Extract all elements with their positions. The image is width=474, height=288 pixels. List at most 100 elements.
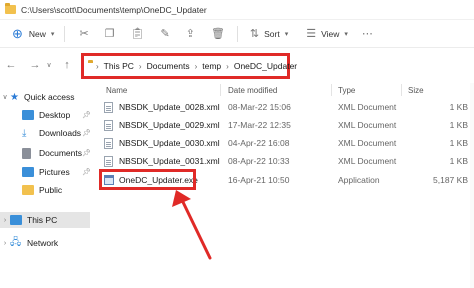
file-size: 1 KB: [449, 102, 468, 112]
sidebar-item-documents[interactable]: Documents 📌︎: [0, 145, 95, 161]
file-date: 04-Apr-22 16:08: [228, 138, 290, 148]
sidebar-item-label: Quick access: [23, 92, 75, 102]
breadcrumb-documents[interactable]: Documents: [147, 61, 190, 71]
sidebar-item-label: Documents: [39, 148, 82, 158]
sidebar-item-this-pc[interactable]: › This PC: [0, 212, 90, 228]
chevron-down-icon: ▾: [284, 30, 289, 38]
breadcrumb-this-pc[interactable]: This PC: [104, 61, 134, 71]
up-icon[interactable]: ↑: [58, 59, 76, 71]
file-name-cell: NBSDK_Update_0028.xml: [104, 98, 220, 116]
sort-icon: ⇅: [249, 28, 260, 40]
sidebar-item-label: Pictures: [39, 167, 70, 177]
file-name-cell: NBSDK_Update_0029.xml: [104, 116, 220, 134]
file-type: XML Document: [338, 156, 397, 166]
sidebar-item-label: Network: [27, 238, 59, 248]
chevron-right-icon: ›: [96, 61, 99, 71]
column-divider: [331, 84, 332, 96]
column-header-date[interactable]: Date modified: [228, 83, 277, 97]
file-date: 08-Mar-22 15:06: [228, 102, 291, 112]
share-icon[interactable]: ⇪: [186, 27, 195, 40]
file-size: 1 KB: [449, 156, 468, 166]
view-button[interactable]: ☰ View ▾: [306, 27, 348, 40]
new-button[interactable]: ⊕ New ▾: [12, 26, 54, 42]
breadcrumb[interactable]: › This PC › Documents › temp › OneDC_Upd…: [81, 53, 297, 79]
chevron-down-icon[interactable]: ∨: [44, 61, 54, 69]
file-name: NBSDK_Update_0028.xml: [119, 102, 220, 112]
sidebar-item-quick-access[interactable]: ∨ ★ Quick access: [0, 89, 75, 105]
column-header-name[interactable]: Name: [106, 83, 127, 97]
delete-icon[interactable]: 🗑︎: [211, 27, 225, 40]
document-icon: [22, 147, 31, 159]
chevron-right-icon: ›: [226, 61, 229, 71]
file-date: 08-Apr-22 10:33: [228, 156, 290, 166]
pc-icon: [10, 215, 22, 225]
new-label: New: [28, 28, 46, 39]
pictures-icon: [22, 167, 34, 177]
new-icon: ⊕: [12, 25, 23, 41]
cut-icon[interactable]: ✂: [79, 27, 88, 40]
file-name-cell: NBSDK_Update_0031.xml: [104, 152, 220, 170]
navigation-pane: ∨ ★ Quick access Desktop 📌︎ ⤓ Downloads …: [0, 85, 95, 288]
breadcrumb-onedc-updater[interactable]: OneDC_Updater: [234, 61, 297, 71]
table-row[interactable]: NBSDK_Update_0029.xml 17-Mar-22 12:35 XM…: [98, 116, 474, 134]
xml-file-icon: [104, 101, 113, 113]
sidebar-item-label: Downloads: [39, 128, 82, 138]
column-header-size[interactable]: Size: [408, 83, 424, 97]
highlight-box: [99, 169, 196, 190]
file-name: NBSDK_Update_0030.xml: [119, 138, 220, 148]
table-row[interactable]: NBSDK_Update_0030.xml 04-Apr-22 16:08 XM…: [98, 134, 474, 152]
chevron-right-icon: ›: [3, 239, 7, 247]
chevron-right-icon: ›: [3, 216, 7, 224]
view-label: View: [321, 28, 340, 39]
sidebar-item-desktop[interactable]: Desktop 📌︎: [0, 107, 95, 123]
chevron-right-icon: ›: [194, 61, 198, 71]
table-row[interactable]: NBSDK_Update_0028.xml 08-Mar-22 15:06 XM…: [98, 98, 474, 116]
toolbar-divider: [236, 25, 238, 42]
file-type: XML Document: [338, 102, 397, 112]
chevron-down-icon: ▾: [50, 30, 55, 38]
table-row[interactable]: NBSDK_Update_0031.xml 08-Apr-22 10:33 XM…: [98, 152, 474, 170]
sort-button[interactable]: ⇅ Sort ▾: [250, 27, 288, 40]
file-date: 17-Mar-22 12:35: [228, 120, 291, 130]
sidebar-item-label: This PC: [27, 215, 58, 225]
column-header-type[interactable]: Type: [338, 83, 355, 97]
folder-icon: [22, 185, 34, 195]
network-icon: 🖧︎: [10, 236, 22, 248]
view-icon: ☰: [306, 28, 317, 40]
pin-icon: 📌︎: [82, 169, 91, 176]
pin-icon: 📌︎: [82, 130, 91, 137]
xml-file-icon: [104, 137, 113, 149]
column-divider: [401, 84, 402, 96]
sidebar-item-label: Desktop: [39, 110, 71, 120]
title-bar: C:\Users\scott\Documents\temp\OneDC_Upda…: [0, 0, 474, 20]
file-date: 16-Apr-21 10:50: [228, 175, 290, 185]
command-bar: ⊕ New ▾ ✂ ❐ 📋︎ ✎ ⇪ 🗑︎ ⇅ Sort ▾ ☰ View ▾ …: [0, 20, 474, 48]
sidebar-item-label: Public: [39, 185, 63, 195]
xml-file-icon: [104, 119, 113, 131]
window-title: C:\Users\scott\Documents\temp\OneDC_Upda…: [21, 4, 207, 15]
scrollbar[interactable]: [470, 83, 474, 288]
file-size: 5,187 KB: [433, 175, 468, 185]
breadcrumb-temp[interactable]: temp: [202, 61, 221, 71]
sidebar-item-public[interactable]: Public: [0, 182, 62, 198]
sidebar-item-pictures[interactable]: Pictures 📌︎: [0, 164, 95, 180]
sidebar-item-network[interactable]: › 🖧︎ Network: [0, 235, 58, 251]
desktop-icon: [22, 110, 34, 120]
folder-icon: [5, 3, 16, 14]
rename-icon[interactable]: ✎: [161, 27, 170, 40]
star-icon: ★: [10, 91, 19, 103]
file-name: NBSDK_Update_0029.xml: [119, 120, 220, 130]
download-icon: ⤓: [22, 127, 27, 139]
copy-icon[interactable]: ❐: [105, 27, 115, 40]
pin-icon: 📌︎: [82, 150, 91, 157]
forward-icon[interactable]: →: [26, 59, 44, 71]
chevron-down-icon: ∨: [2, 94, 8, 101]
more-icon[interactable]: ⋯: [362, 27, 373, 40]
sidebar-item-downloads[interactable]: ⤓ Downloads 📌︎: [0, 125, 95, 141]
back-icon[interactable]: ←: [2, 59, 20, 71]
file-type: XML Document: [338, 138, 397, 148]
file-size: 1 KB: [449, 120, 468, 130]
paste-icon[interactable]: 📋︎: [131, 27, 145, 40]
file-name: NBSDK_Update_0031.xml: [119, 156, 220, 166]
pin-icon: 📌︎: [82, 112, 91, 119]
